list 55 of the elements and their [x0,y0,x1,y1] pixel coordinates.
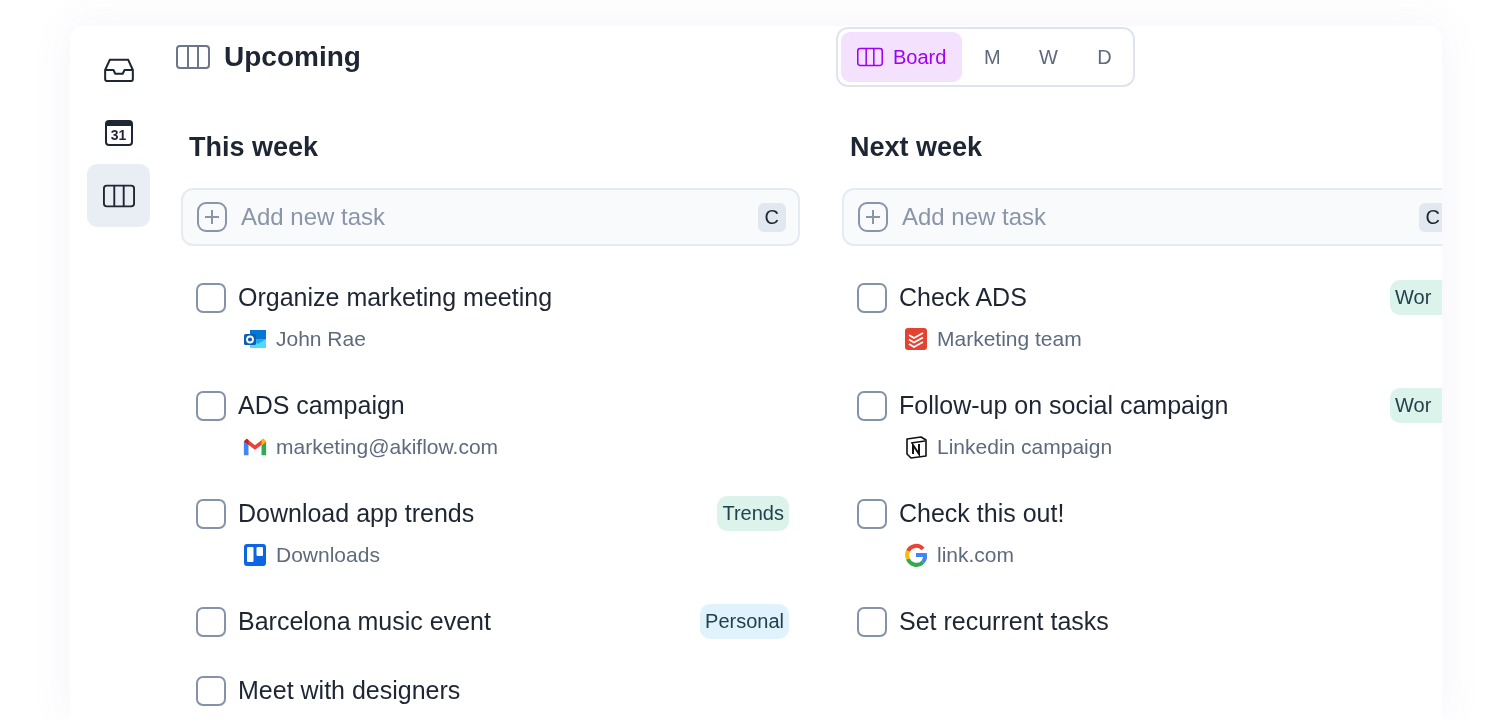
columns-icon [857,47,883,67]
view-tab[interactable]: M [966,32,1019,82]
task-title: Check this out! [899,498,1065,528]
view-tab[interactable]: Board [841,32,963,82]
task-title: Check ADS [899,282,1027,312]
view-tab[interactable]: D [1078,32,1131,82]
calendar-icon: 31 [104,119,133,146]
task-source: Linkedin campaign [937,435,1113,459]
task-tag: Wor [1390,279,1442,315]
column-title: This week [189,131,320,164]
shortcut-key: C [757,202,786,232]
task-checkbox[interactable] [857,283,887,313]
sidebar-item[interactable] [87,164,150,227]
columns-icon [102,183,135,208]
task-checkbox[interactable] [196,676,226,706]
task-source: Marketing team [937,327,1082,351]
task-title: Follow-up on social campaign [899,390,1229,420]
task-tag: Wor [1390,387,1442,423]
task-title: ADS campaign [238,390,405,420]
task-source: John Rae [276,327,366,351]
page-title: Upcoming [224,41,361,73]
task-title: Meet with designers [238,675,461,705]
task-tag: Trends [717,495,789,531]
mail-app-icon [242,327,268,351]
task-checkbox[interactable] [857,499,887,529]
task-tag: Personal [700,603,789,639]
inbox-icon [102,57,135,82]
task-title: Download app trends [238,498,475,528]
google-g-icon [903,543,929,567]
task-source: link.com [937,543,1015,567]
task-checkbox[interactable] [196,499,226,529]
task-checkbox[interactable] [196,607,226,637]
task-source: marketing@akiflow.com [276,435,499,459]
text-input[interactable]: Add new task [239,202,746,232]
view-tab[interactable]: W [1022,32,1075,82]
add-task-field[interactable]: Add new task C [181,188,800,246]
task-title: Barcelona music event [238,606,491,636]
add-task-field[interactable]: Add new task C [842,188,1442,246]
sidebar-item[interactable]: 31 [87,101,150,164]
columns-icon [176,45,210,69]
task-checkbox[interactable] [857,391,887,421]
task-title: Organize marketing meeting [238,282,553,312]
task-title: Set recurrent tasks [899,606,1109,636]
cube-icon [903,435,929,459]
shortcut-key: C [1418,202,1442,232]
task-source: Downloads [276,543,380,567]
task-checkbox[interactable] [196,283,226,313]
board-app-icon [242,543,268,567]
task-checkbox[interactable] [196,391,226,421]
text-input[interactable]: Add new task [900,202,1407,232]
plus-icon [197,202,227,232]
task-checkbox[interactable] [857,607,887,637]
task-app-icon [903,327,929,351]
plus-icon [858,202,888,232]
column-title: Next week [850,131,984,164]
